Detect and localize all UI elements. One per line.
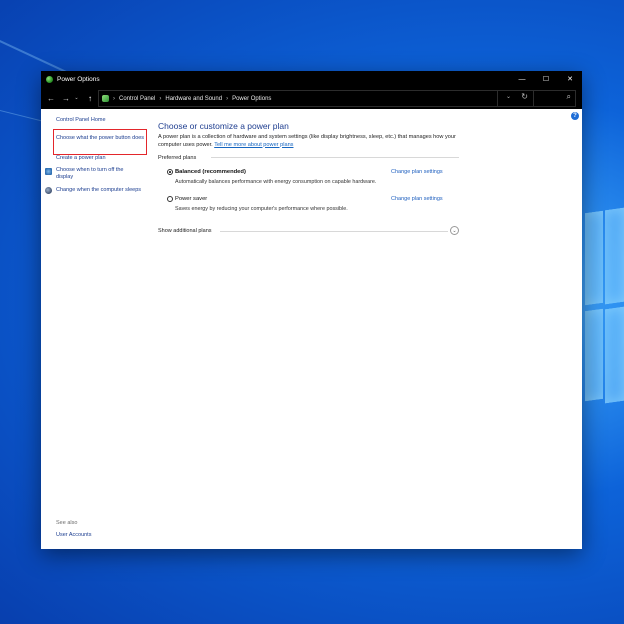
- forward-arrow-icon[interactable]: →: [61, 94, 71, 103]
- maximize-button[interactable]: ☐: [534, 71, 558, 87]
- plan-description-balanced: Automatically balances performance with …: [175, 179, 377, 185]
- tell-me-more-link[interactable]: Tell me more about power plans: [214, 142, 293, 148]
- page-description: A power plan is a collection of hardware…: [158, 134, 468, 149]
- power-saver-radio[interactable]: [167, 196, 173, 202]
- content-area: ? Control Panel Home Choose what the pow…: [41, 109, 582, 549]
- plan-name-balanced[interactable]: Balanced (recommended): [175, 169, 246, 175]
- help-icon[interactable]: ?: [571, 112, 579, 120]
- sidebar: Control Panel Home Choose what the power…: [41, 109, 151, 549]
- monitor-icon: [45, 168, 52, 175]
- window-title: Power Options: [57, 75, 100, 83]
- title-bar: Power Options — ☐ ✕: [41, 71, 582, 87]
- user-accounts-link[interactable]: User Accounts: [56, 532, 91, 539]
- control-panel-icon: [102, 95, 109, 102]
- preferred-plans-heading: Preferred plans: [158, 155, 197, 161]
- sidebar-item-turn-off-display[interactable]: Choose when to turn off the display: [56, 167, 141, 181]
- address-field[interactable]: › Control Panel › Hardware and Sound › P…: [98, 90, 534, 107]
- minimize-button[interactable]: —: [510, 71, 534, 87]
- search-input[interactable]: ⌕: [497, 90, 576, 107]
- address-bar: ← → ⌄ ↑ › Control Panel › Hardware and S…: [41, 87, 582, 109]
- description-text: A power plan is a collection of hardware…: [158, 134, 456, 148]
- breadcrumb-control-panel[interactable]: Control Panel: [119, 96, 155, 102]
- divider: [211, 157, 459, 158]
- breadcrumb-hardware-and-sound[interactable]: Hardware and Sound: [165, 96, 222, 102]
- divider: [220, 231, 448, 232]
- chevron-right-icon: ›: [159, 95, 162, 102]
- change-plan-settings-power-saver[interactable]: Change plan settings: [391, 196, 443, 202]
- sidebar-item-power-button[interactable]: Choose what the power button does: [56, 135, 146, 142]
- change-plan-settings-balanced[interactable]: Change plan settings: [391, 169, 443, 175]
- recent-dropdown-icon[interactable]: ⌄: [73, 95, 80, 101]
- sidebar-item-create-plan[interactable]: Create a power plan: [56, 155, 106, 162]
- show-additional-plans[interactable]: Show additional plans: [158, 228, 212, 234]
- chevron-right-icon: ›: [226, 95, 229, 102]
- search-icon: ⌕: [566, 92, 571, 101]
- page-title: Choose or customize a power plan: [158, 121, 289, 131]
- highlight-box: [53, 129, 147, 155]
- power-options-window: Power Options — ☐ ✕ ← → ⌄ ↑ › Control Pa…: [41, 71, 582, 549]
- see-also-label: See also: [56, 520, 78, 526]
- windows-logo-wallpaper: [585, 207, 624, 412]
- balanced-radio[interactable]: [167, 169, 173, 175]
- power-options-icon: [46, 75, 53, 83]
- moon-icon: [45, 187, 52, 194]
- sidebar-item-computer-sleeps[interactable]: Change when the computer sleeps: [56, 187, 141, 194]
- chevron-right-icon: ›: [113, 95, 115, 102]
- up-arrow-icon[interactable]: ↑: [85, 94, 95, 103]
- chevron-down-icon[interactable]: ⌄: [450, 226, 459, 235]
- control-panel-home-link[interactable]: Control Panel Home: [56, 117, 106, 124]
- back-arrow-icon[interactable]: ←: [46, 94, 56, 103]
- close-button[interactable]: ✕: [558, 71, 582, 87]
- plan-description-power-saver: Saves energy by reducing your computer's…: [175, 206, 348, 212]
- breadcrumb-power-options[interactable]: Power Options: [232, 96, 271, 102]
- plan-name-power-saver[interactable]: Power saver: [175, 196, 207, 202]
